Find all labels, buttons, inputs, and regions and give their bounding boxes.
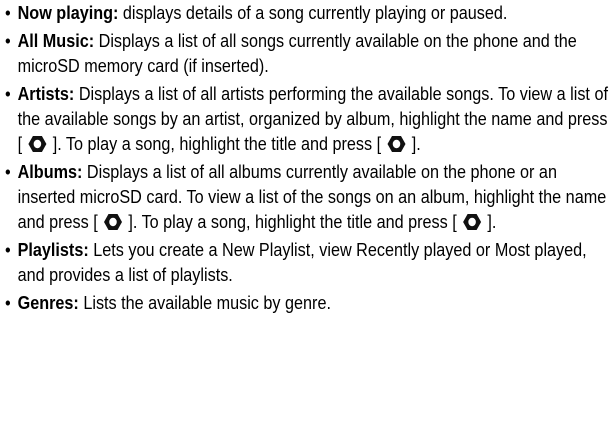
bullet: • <box>5 3 11 23</box>
description-now-playing: displays details of a song currently pla… <box>118 3 508 23</box>
document-body: • Now playing: displays details of a son… <box>5 1 613 319</box>
term-artists: Artists: <box>17 84 75 104</box>
list-item-artists: • Artists: Displays a list of all artist… <box>5 82 613 157</box>
term-all-music: All Music: <box>17 31 95 51</box>
bullet: • <box>5 162 11 182</box>
bullet: • <box>5 240 11 260</box>
bullet: • <box>5 293 11 313</box>
term-genres: Genres: <box>17 293 79 313</box>
list-item-albums: • Albums: Displays a list of all albums … <box>5 160 613 235</box>
bullet: • <box>5 31 11 51</box>
ok-center-key-icon <box>28 135 48 153</box>
term-now-playing: Now playing: <box>17 3 119 23</box>
term-albums: Albums: <box>17 162 83 182</box>
list-item-now-playing: • Now playing: displays details of a son… <box>5 1 613 26</box>
ok-center-key-icon <box>103 213 123 231</box>
description-genres: Lists the available music by genre. <box>78 293 331 313</box>
term-playlists: Playlists: <box>17 240 89 260</box>
description-all-music: Displays a list of all songs currently a… <box>17 31 577 76</box>
list-item-genres: • Genres: Lists the available music by g… <box>5 291 613 316</box>
list-item-all-music: • All Music: Displays a list of all song… <box>5 29 613 79</box>
description-playlists: Lets you create a New Playlist, view Rec… <box>17 240 587 285</box>
bullet: • <box>5 84 11 104</box>
list-item-playlists: • Playlists: Lets you create a New Playl… <box>5 238 613 288</box>
description-albums-part-2: ]. To play a song, highlight the title a… <box>123 212 462 232</box>
ok-center-key-icon <box>387 135 407 153</box>
description-albums-part-3: ]. <box>482 212 497 232</box>
ok-center-key-icon <box>462 213 482 231</box>
description-artists-part-2: ]. To play a song, highlight the title a… <box>48 134 386 154</box>
description-artists-part-3: ]. <box>407 134 421 154</box>
